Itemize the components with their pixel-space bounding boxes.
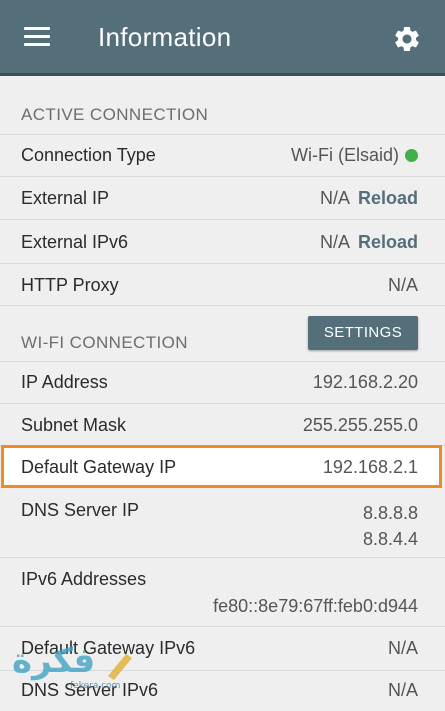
hamburger-menu-icon[interactable]: [24, 27, 50, 47]
row-value: N/A: [387, 275, 418, 295]
row-subnet-mask: Subnet Mask 255.255.255.0: [0, 404, 445, 446]
connection-type-value: Wi-Fi (Elsaid): [291, 145, 399, 165]
watermark-logo: فكرة fekera.com: [12, 641, 132, 691]
row-ip-address: IP Address 192.168.2.20: [0, 362, 445, 404]
row-external-ip: External IP N/A Reload: [0, 177, 445, 220]
section-active-connection: ACTIVE CONNECTION: [0, 91, 445, 135]
row-label: External IP: [21, 188, 110, 208]
row-label: IP Address: [21, 372, 108, 392]
page-title: Information: [98, 22, 232, 52]
dns-server-secondary: 8.8.4.4: [362, 529, 418, 549]
row-value: 255.255.255.0: [302, 415, 418, 435]
status-dot-icon: [405, 149, 418, 162]
row-http-proxy: HTTP Proxy N/A: [0, 264, 445, 306]
row-label: IPv6 Addresses: [21, 569, 147, 589]
external-ipv6-value: N/A: [319, 232, 350, 252]
row-value: fe80::8e79:67ff:feb0:d944: [213, 596, 418, 616]
wifi-settings-button[interactable]: SETTINGS: [308, 316, 418, 350]
row-value: 192.168.2.20: [312, 372, 418, 392]
row-value: N/A: [387, 638, 418, 658]
svg-text:fekera.com: fekera.com: [70, 681, 120, 691]
row-label: Connection Type: [21, 145, 156, 165]
row-value: N/A: [387, 680, 418, 700]
gear-icon[interactable]: [392, 24, 422, 54]
svg-text:فكرة: فكرة: [12, 641, 95, 681]
row-value: 192.168.2.1: [322, 457, 418, 477]
external-ip-value: N/A: [319, 188, 350, 208]
row-value: N/A Reload: [320, 232, 418, 253]
section-title: WI-FI CONNECTION: [21, 333, 188, 352]
section-title: ACTIVE CONNECTION: [21, 105, 209, 124]
row-ipv6-addresses: IPv6 Addresses fe80::8e79:67ff:feb0:d944: [0, 558, 445, 627]
row-connection-type[interactable]: Connection Type Wi-Fi (Elsaid): [0, 135, 445, 177]
row-label: Subnet Mask: [21, 415, 127, 435]
row-value: Wi-Fi (Elsaid): [291, 145, 418, 166]
row-label: Default Gateway IP: [21, 457, 177, 477]
reload-external-ipv6-button[interactable]: Reload: [358, 232, 418, 252]
row-dns-server-ip: DNS Server IP 8.8.8.8 8.8.4.4: [0, 489, 445, 558]
dns-server-primary: 8.8.8.8: [362, 503, 418, 523]
row-default-gateway-ip: Default Gateway IP 192.168.2.1: [0, 446, 445, 488]
reload-external-ip-button[interactable]: Reload: [358, 188, 418, 208]
row-label: DNS Server IP: [21, 500, 140, 520]
app-bar: Information: [0, 0, 445, 76]
row-value: N/A Reload: [320, 188, 418, 209]
row-label: External IPv6: [21, 232, 129, 252]
row-value: 8.8.8.8 8.8.4.4: [363, 500, 418, 552]
row-label: HTTP Proxy: [21, 275, 119, 295]
row-external-ipv6: External IPv6 N/A Reload: [0, 220, 445, 264]
